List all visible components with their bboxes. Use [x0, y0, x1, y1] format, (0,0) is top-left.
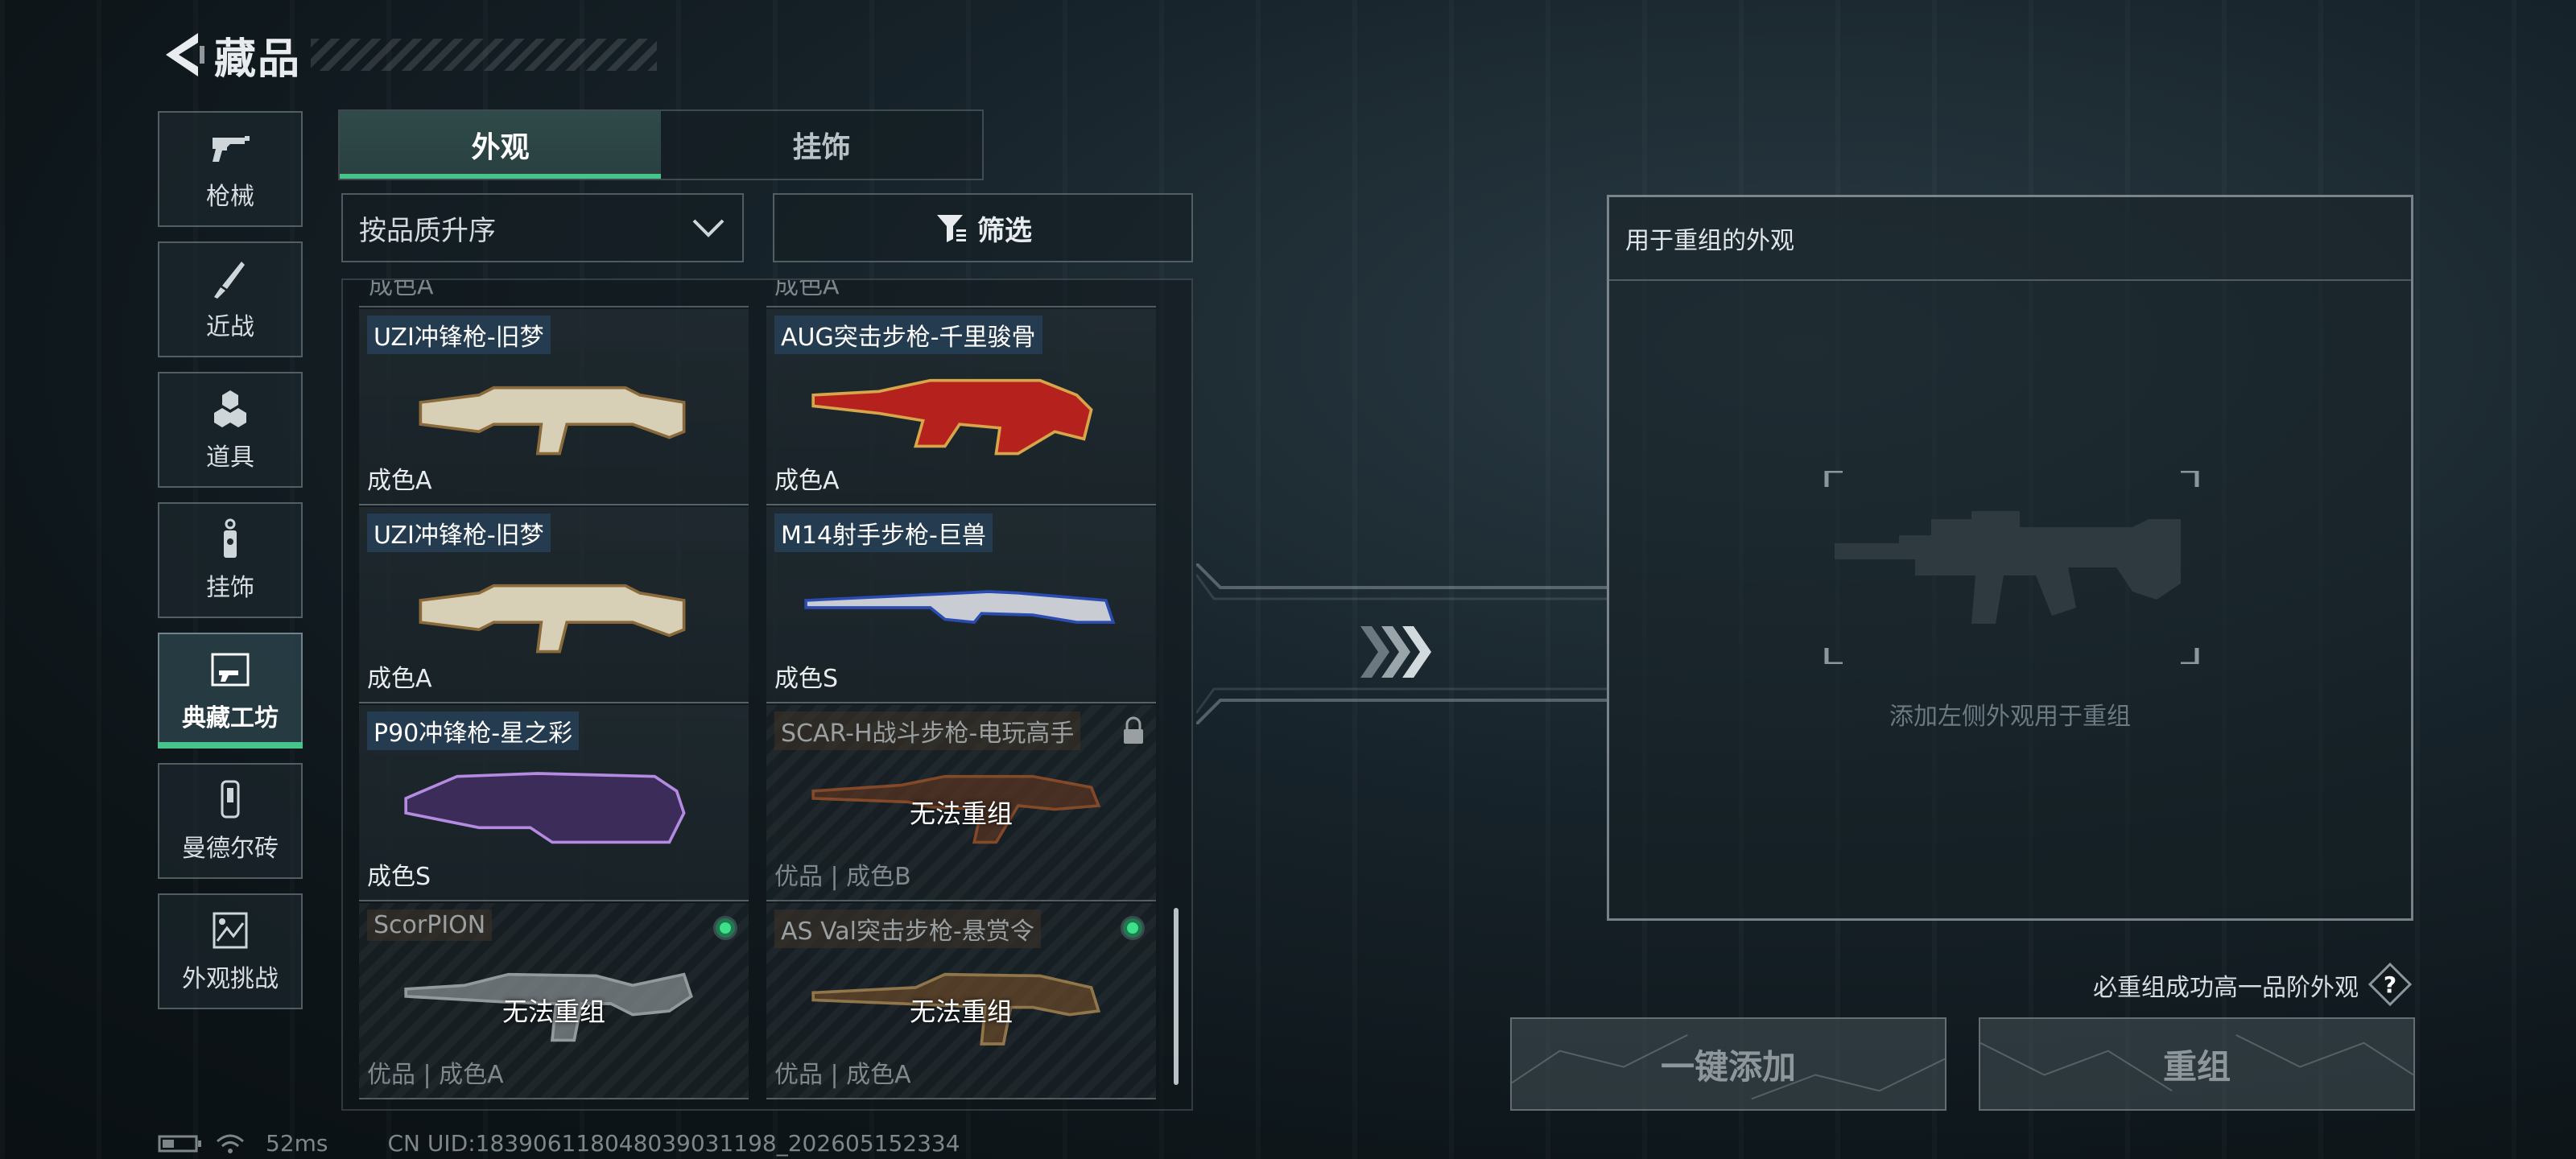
- reforge-button[interactable]: 重组: [1979, 1017, 2415, 1111]
- sidebar-item-label: 典藏工坊: [182, 704, 279, 732]
- partial-grade: 成色A: [369, 278, 434, 300]
- sidebar: 枪械 近战 道具 挂饰 典藏工坊 曼德尔砖 外观挑战: [158, 111, 306, 1024]
- skin-list[interactable]: 成色A 成色A UZI冲锋枪-旧梦 成色A AUG突击步枪-千里骏骨 成色A UZI冲锋…: [341, 278, 1193, 1111]
- chevron-right-triple-icon: [1360, 626, 1431, 678]
- partial-row: 成色A 成色A: [343, 280, 1191, 309]
- tab-bar: 外观 挂饰: [338, 109, 984, 180]
- skin-name: SCAR-H战斗步枪-电玩高手: [774, 711, 1081, 750]
- sort-value: 按品质升序: [359, 214, 496, 247]
- sidebar-item-label: 外观挑战: [182, 965, 279, 993]
- green-dot-icon: [1121, 916, 1145, 940]
- skin-name: ScorPION: [367, 909, 493, 941]
- skin-name: UZI冲锋枪-旧梦: [367, 514, 551, 552]
- skin-card[interactable]: M14射手步枪-巨兽成色S: [766, 507, 1156, 703]
- title-decoration: [311, 39, 658, 71]
- skin-name: P90冲锋枪-星之彩: [367, 711, 580, 750]
- lock-icon: [1124, 716, 1143, 744]
- card-row: UZI冲锋枪-旧梦 成色A M14射手步枪-巨兽 成色S: [359, 507, 1164, 703]
- filter-label: 筛选: [977, 214, 1032, 247]
- sidebar-item-label: 挂饰: [206, 574, 254, 602]
- sidebar-item-label: 道具: [206, 443, 254, 472]
- skin-name: M14射手步枪-巨兽: [774, 514, 993, 552]
- sidebar-item-mandel-brick[interactable]: 曼德尔砖: [158, 763, 303, 879]
- skin-card[interactable]: UZI冲锋枪-旧梦成色A: [359, 309, 749, 505]
- sidebar-item-items[interactable]: 道具: [158, 372, 303, 488]
- cannot-reforge-label: 无法重组: [909, 996, 1013, 1027]
- sidebar-item-label: 曼德尔砖: [182, 835, 279, 863]
- battery-icon: [158, 1135, 201, 1152]
- skin-card[interactable]: UZI冲锋枪-旧梦成色A: [359, 507, 749, 703]
- pistol-icon: [213, 136, 250, 162]
- skin-name: AS Val突击步枪-悬赏令: [774, 909, 1041, 948]
- weapon-skin-image: [404, 772, 686, 844]
- cannot-reforge-label: 无法重组: [909, 798, 1013, 829]
- ping-value: 52ms: [266, 1130, 328, 1157]
- scrollbar[interactable]: [1174, 908, 1179, 1085]
- partial-grade: 成色A: [774, 278, 840, 300]
- challenge-icon: [213, 912, 248, 949]
- skin-card[interactable]: AS Val突击步枪-悬赏令优品 | 成色A 无法重组: [766, 903, 1156, 1099]
- skin-grade: 优品 | 成色A: [367, 1061, 504, 1089]
- skin-grade: 成色A: [367, 665, 432, 693]
- skin-grade: 成色S: [367, 863, 431, 891]
- skin-card[interactable]: P90冲锋枪-星之彩成色S: [359, 705, 749, 901]
- reforge-panel-title: 用于重组的外观: [1609, 197, 2411, 281]
- skin-name: UZI冲锋枪-旧梦: [367, 316, 551, 354]
- chevron-down-icon: [692, 219, 724, 237]
- tab-charms[interactable]: 挂饰: [661, 111, 982, 179]
- reforge-panel: 用于重组的外观 添加左侧外观用于重组: [1607, 195, 2413, 921]
- svg-text:?: ?: [2384, 971, 2396, 998]
- brick-icon: [221, 780, 240, 819]
- card-row: ScorPION 优品 | 成色A 无法重组 AS Val突击步枪-悬赏令 优品 | 成…: [359, 903, 1164, 1099]
- skin-card[interactable]: AUG突击步枪-千里骏骨成色A: [766, 309, 1156, 505]
- skin-card[interactable]: ScorPION 优品 | 成色A 无法重组: [359, 903, 749, 1099]
- card-row: UZI冲锋枪-旧梦 成色A AUG突击步枪-千里骏骨 成色A: [359, 309, 1164, 505]
- workshop-icon: [211, 653, 250, 687]
- sort-dropdown[interactable]: 按品质升序: [341, 193, 744, 262]
- sidebar-item-label: 近战: [206, 313, 254, 341]
- sidebar-item-charms[interactable]: 挂饰: [158, 502, 303, 618]
- cannot-reforge-label: 无法重组: [502, 996, 605, 1027]
- skin-card[interactable]: SCAR-H战斗步枪-电玩高手优品 | 成色B 无法重组: [766, 705, 1156, 901]
- sidebar-item-melee[interactable]: 近战: [158, 241, 303, 357]
- reforge-hint: 添加左侧外观用于重组: [1889, 703, 2131, 731]
- tab-appearance[interactable]: 外观: [340, 111, 661, 179]
- wifi-icon: [217, 1134, 244, 1153]
- charm-icon: [224, 518, 237, 558]
- sidebar-item-guns[interactable]: 枪械: [158, 111, 303, 227]
- rule-text: 必重组成功高一品阶外观: [2093, 974, 2359, 1002]
- placeholder-rifle-icon: [1824, 471, 2199, 664]
- page-title: 藏品: [214, 35, 302, 84]
- knife-icon: [214, 262, 245, 299]
- filter-icon: [937, 215, 966, 242]
- green-dot-icon: [713, 916, 737, 940]
- reforge-label: 重组: [2162, 1046, 2231, 1087]
- grenade-icon: [214, 390, 246, 427]
- add-all-label: 一键添加: [1660, 1046, 1796, 1087]
- skin-grade: 成色A: [367, 467, 432, 495]
- filter-button[interactable]: 筛选: [773, 193, 1193, 262]
- weapon-skin-image: [811, 378, 1093, 456]
- sidebar-item-challenge[interactable]: 外观挑战: [158, 893, 303, 1009]
- status-bar: 52ms CN UID:1839061180480390311­98_20260…: [158, 1130, 960, 1157]
- add-all-button[interactable]: 一键添加: [1510, 1017, 1946, 1111]
- skin-grade: 优品 | 成色A: [774, 1061, 911, 1089]
- weapon-skin-image: [419, 584, 686, 654]
- header: 藏品: [158, 23, 658, 87]
- skin-grade: 优品 | 成色B: [774, 863, 911, 891]
- skin-name: AUG突击步枪-千里骏骨: [774, 316, 1042, 354]
- back-arrow-icon[interactable]: [158, 27, 206, 83]
- sidebar-item-workshop[interactable]: 典藏工坊: [158, 633, 303, 749]
- skin-grade: 成色A: [774, 467, 840, 495]
- card-row: P90冲锋枪-星之彩成色S SCAR-H战斗步枪-电玩高手优品 | 成色B 无法重组: [359, 705, 1164, 901]
- sidebar-item-label: 枪械: [206, 183, 254, 211]
- uid-text: CN UID:1839061180480390311­98_2026051523…: [387, 1130, 960, 1157]
- weapon-skin-image: [419, 386, 686, 456]
- help-icon[interactable]: ?: [2368, 963, 2412, 1006]
- skin-grade: 成色S: [774, 665, 839, 693]
- weapon-skin-image: [804, 590, 1116, 625]
- card-grid: UZI冲锋枪-旧梦 成色A AUG突击步枪-千里骏骨 成色A UZI冲锋枪-旧梦 成色A M…: [359, 309, 1164, 1101]
